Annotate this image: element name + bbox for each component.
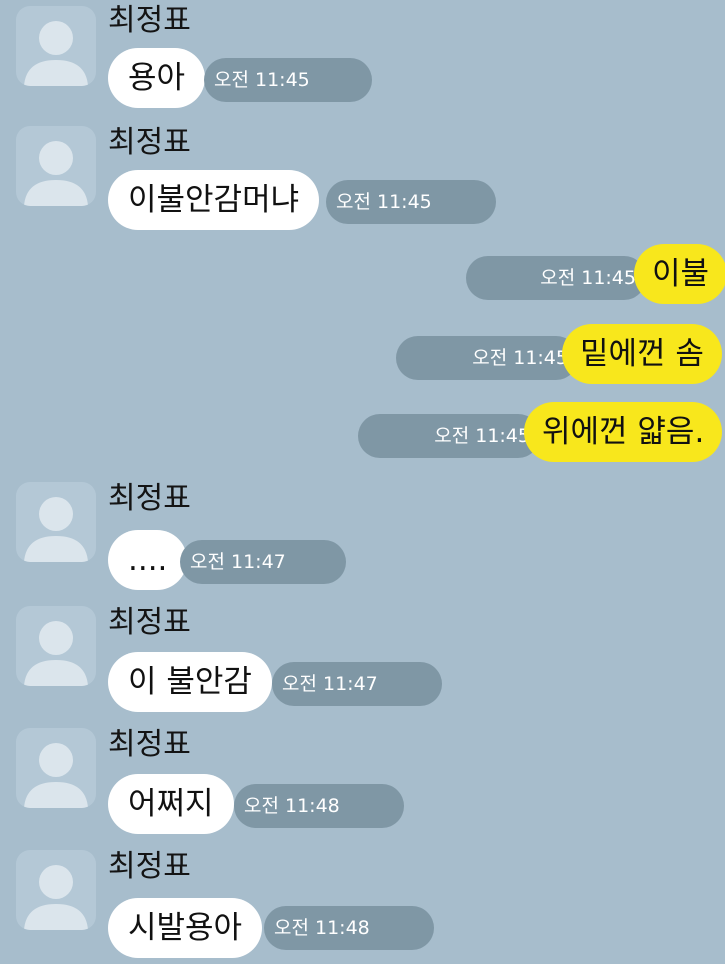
message-time: 오전 11:45 (326, 180, 496, 224)
message-time: 오전 11:45 (396, 336, 578, 380)
message-bubble-outgoing[interactable]: 위에껀 얇음. (524, 402, 723, 462)
message-time: 오전 11:48 (264, 906, 434, 950)
person-silhouette-icon (24, 141, 88, 206)
message-bubble[interactable]: 어쩌지 (108, 774, 234, 834)
message-bubble-outgoing[interactable]: 이불 (634, 244, 725, 304)
message-time: 오전 11:47 (272, 662, 442, 706)
message-time: 오전 11:48 (234, 784, 404, 828)
message-time: 오전 11:45 (466, 256, 646, 300)
sender-name: 최정표 (108, 481, 191, 516)
avatar[interactable] (16, 850, 96, 930)
person-silhouette-icon (24, 743, 88, 808)
person-silhouette-icon (24, 497, 88, 562)
chat-area[interactable]: 최정표 용아 오전 11:45 최정표 이불안감머냐 오전 11:45 오전 1… (0, 0, 725, 964)
avatar[interactable] (16, 728, 96, 808)
avatar[interactable] (16, 6, 96, 86)
person-silhouette-icon (24, 621, 88, 686)
avatar[interactable] (16, 606, 96, 686)
sender-name: 최정표 (108, 125, 191, 160)
message-time: 오전 11:45 (358, 414, 540, 458)
message-time: 오전 11:47 (180, 540, 346, 584)
sender-name: 최정표 (108, 3, 191, 38)
message-bubble-outgoing[interactable]: 밑에껀 솜 (562, 324, 722, 384)
message-bubble[interactable]: 용아 (108, 48, 206, 108)
person-silhouette-icon (24, 21, 88, 86)
sender-name: 최정표 (108, 605, 191, 640)
sender-name: 최정표 (108, 849, 191, 884)
message-bubble[interactable]: 시발용아 (108, 898, 263, 958)
message-time: 오전 11:45 (204, 58, 372, 102)
sender-name: 최정표 (108, 727, 191, 762)
message-bubble[interactable]: 이 불안감 (108, 652, 272, 712)
avatar[interactable] (16, 482, 96, 562)
message-bubble[interactable]: 이불안감머냐 (108, 170, 320, 230)
message-bubble[interactable]: .... (108, 530, 188, 590)
person-silhouette-icon (24, 865, 88, 930)
avatar[interactable] (16, 126, 96, 206)
